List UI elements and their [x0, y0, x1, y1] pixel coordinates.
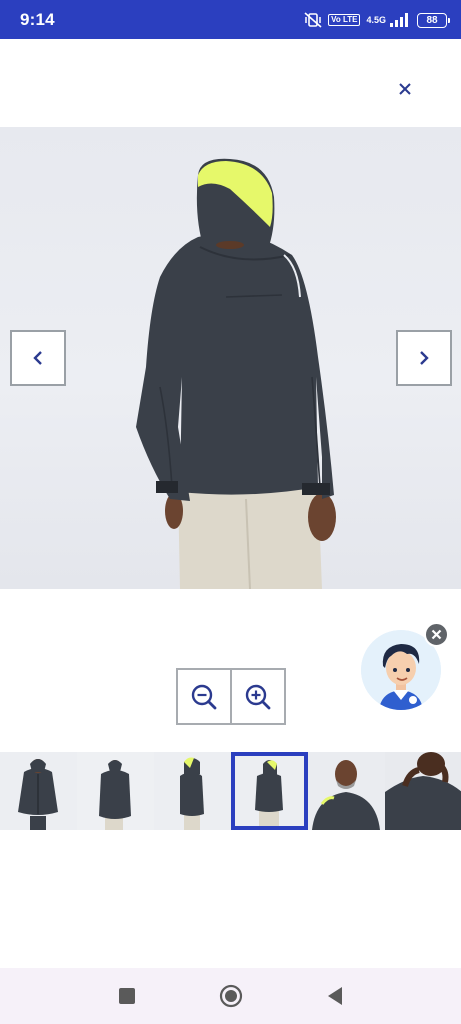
thumbnail-4-selected[interactable]: [231, 752, 308, 830]
thumbnail-3[interactable]: [154, 752, 231, 830]
volte-icon: Vo LTE: [328, 14, 361, 26]
thumbnail-image-front-angle: [77, 752, 154, 830]
zoom-in-button[interactable]: [230, 670, 284, 723]
battery-icon: 88: [417, 12, 450, 28]
thumbnail-image-side: [154, 752, 231, 830]
zoom-in-icon: [245, 684, 271, 709]
thumbnail-5[interactable]: [308, 752, 385, 830]
thumbnail-image-portrait: [308, 752, 385, 830]
recents-button[interactable]: [114, 983, 140, 1009]
back-triangle-icon: [327, 987, 342, 1005]
system-nav-bar: [0, 968, 461, 1024]
close-icon: [399, 83, 411, 95]
thumbnail-image-front: [0, 752, 77, 830]
previous-image-button[interactable]: [10, 330, 66, 386]
close-button[interactable]: [388, 72, 422, 106]
next-image-button[interactable]: [396, 330, 452, 386]
close-icon: [431, 629, 442, 640]
thumbnail-image-back: [231, 752, 308, 830]
status-time: 9:14: [20, 10, 55, 29]
mute-vibrate-icon: [304, 12, 322, 28]
battery-level: 88: [426, 14, 438, 26]
status-icons: Vo LTE 4.5G 88: [304, 11, 450, 29]
thumbnail-1[interactable]: [0, 752, 77, 830]
thumbnail-2[interactable]: [77, 752, 154, 830]
chevron-right-icon: [420, 351, 429, 365]
zoom-out-button[interactable]: [178, 670, 230, 723]
product-image[interactable]: [0, 127, 461, 589]
status-bar: 9:14 Vo LTE 4.5G 88: [0, 0, 461, 39]
network-type-label: 4.5G: [366, 15, 386, 25]
home-button[interactable]: [218, 983, 244, 1009]
zoom-controls: [176, 668, 286, 725]
signal-icon: [390, 13, 408, 27]
zoom-out-icon: [191, 684, 217, 709]
dismiss-assistant-button[interactable]: [424, 622, 449, 647]
home-circle-icon: [219, 984, 242, 1008]
back-button[interactable]: [322, 983, 348, 1009]
thumbnail-strip: [0, 752, 461, 830]
product-photo-jacket-back: [136, 158, 336, 589]
thumbnail-6[interactable]: [385, 752, 461, 830]
thumbnail-image-collar-detail: [385, 752, 461, 830]
recents-square-icon: [118, 988, 135, 1004]
chevron-left-icon: [33, 351, 42, 365]
